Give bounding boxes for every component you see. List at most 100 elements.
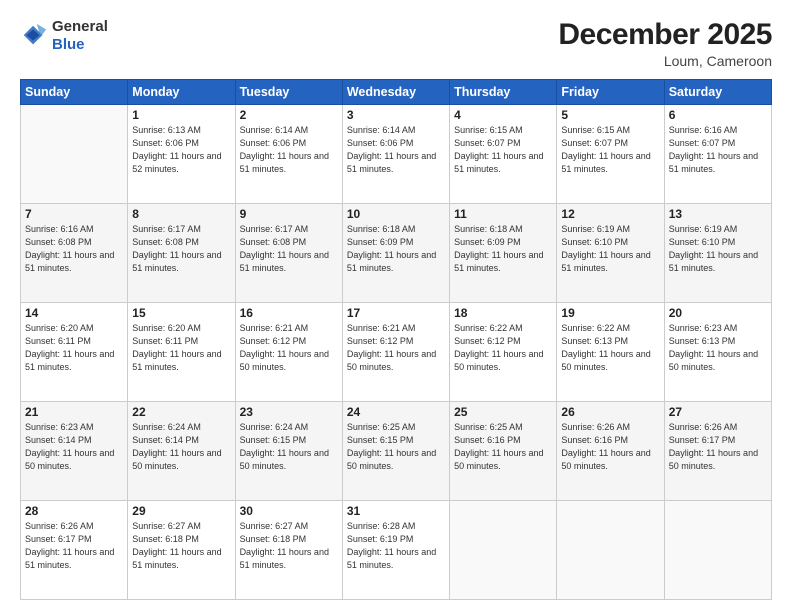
title-block: December 2025 Loum, Cameroon [558,18,772,69]
page: General Blue December 2025 Loum, Cameroo… [0,0,792,612]
calendar-cell: 6 Sunrise: 6:16 AMSunset: 6:07 PMDaylight… [664,105,771,204]
day-number: 31 [347,504,445,518]
header: General Blue December 2025 Loum, Cameroo… [20,18,772,69]
day-number: 30 [240,504,338,518]
day-number: 2 [240,108,338,122]
calendar-cell: 23Sunrise: 6:24 AMSunset: 6:15 PMDayligh… [235,402,342,501]
day-info: Sunrise: 6:16 AMSunset: 6:07 PMDaylight:… [669,124,767,176]
day-info: Sunrise: 6:21 AMSunset: 6:12 PMDaylight:… [240,322,338,374]
calendar-cell: 9 Sunrise: 6:17 AMSunset: 6:08 PMDaylight… [235,204,342,303]
day-number: 27 [669,405,767,419]
calendar-cell [450,501,557,600]
day-info: Sunrise: 6:19 AMSunset: 6:10 PMDaylight:… [669,223,767,275]
day-number: 3 [347,108,445,122]
calendar-cell: 5 Sunrise: 6:15 AMSunset: 6:07 PMDaylight… [557,105,664,204]
calendar-cell [21,105,128,204]
day-number: 8 [132,207,230,221]
day-info: Sunrise: 6:26 AMSunset: 6:17 PMDaylight:… [25,520,123,572]
calendar-cell: 22 Sunrise: 6:24 AMSunset: 6:14 PMDayligh… [128,402,235,501]
day-number: 24 [347,405,445,419]
day-number: 10 [347,207,445,221]
day-info: Sunrise: 6:15 AMSunset: 6:07 PMDaylight:… [561,124,659,176]
day-info: Sunrise: 6:23 AMSunset: 6:14 PMDaylight:… [25,421,123,473]
calendar-header-tuesday: Tuesday [235,80,342,105]
calendar-cell: 20 Sunrise: 6:23 AMSunset: 6:13 PMDayligh… [664,303,771,402]
day-info: Sunrise: 6:18 AMSunset: 6:09 PMDaylight:… [347,223,445,275]
day-number: 28 [25,504,123,518]
calendar-cell: 18 Sunrise: 6:22 AMSunset: 6:12 PMDayligh… [450,303,557,402]
day-number: 26 [561,405,659,419]
day-info: Sunrise: 6:27 AMSunset: 6:18 PMDaylight:… [132,520,230,572]
calendar-cell: 30 Sunrise: 6:27 AMSunset: 6:18 PMDayligh… [235,501,342,600]
day-info: Sunrise: 6:19 AMSunset: 6:10 PMDaylight:… [561,223,659,275]
day-number: 9 [240,207,338,221]
calendar-cell: 29 Sunrise: 6:27 AMSunset: 6:18 PMDayligh… [128,501,235,600]
day-number: 6 [669,108,767,122]
day-number: 14 [25,306,123,320]
logo: General Blue [20,18,108,54]
day-number: 7 [25,207,123,221]
calendar-cell: 7Sunrise: 6:16 AMSunset: 6:08 PMDaylight… [21,204,128,303]
calendar-cell: 10 Sunrise: 6:18 AMSunset: 6:09 PMDayligh… [342,204,449,303]
logo-blue-text: Blue [52,36,108,54]
day-number: 5 [561,108,659,122]
calendar-cell: 19 Sunrise: 6:22 AMSunset: 6:13 PMDayligh… [557,303,664,402]
calendar-week-row: 21 Sunrise: 6:23 AMSunset: 6:14 PMDayligh… [21,402,772,501]
day-number: 13 [669,207,767,221]
day-number: 17 [347,306,445,320]
calendar-cell: 12Sunrise: 6:19 AMSunset: 6:10 PMDayligh… [557,204,664,303]
day-number: 1 [132,108,230,122]
calendar-cell: 1 Sunrise: 6:13 AMSunset: 6:06 PMDaylight… [128,105,235,204]
day-info: Sunrise: 6:17 AMSunset: 6:08 PMDaylight:… [240,223,338,275]
month-title: December 2025 [558,18,772,52]
day-number: 11 [454,207,552,221]
calendar-cell: 11 Sunrise: 6:18 AMSunset: 6:09 PMDayligh… [450,204,557,303]
calendar-cell: 21 Sunrise: 6:23 AMSunset: 6:14 PMDayligh… [21,402,128,501]
calendar-cell: 13 Sunrise: 6:19 AMSunset: 6:10 PMDayligh… [664,204,771,303]
calendar-header-row: SundayMondayTuesdayWednesdayThursdayFrid… [21,80,772,105]
day-number: 18 [454,306,552,320]
logo-general-text: General [52,18,108,36]
calendar-cell: 27 Sunrise: 6:26 AMSunset: 6:17 PMDayligh… [664,402,771,501]
day-info: Sunrise: 6:22 AMSunset: 6:13 PMDaylight:… [561,322,659,374]
calendar-cell: 4 Sunrise: 6:15 AMSunset: 6:07 PMDaylight… [450,105,557,204]
day-info: Sunrise: 6:15 AMSunset: 6:07 PMDaylight:… [454,124,552,176]
location: Loum, Cameroon [558,53,772,69]
day-number: 4 [454,108,552,122]
day-info: Sunrise: 6:13 AMSunset: 6:06 PMDaylight:… [132,124,230,176]
day-info: Sunrise: 6:23 AMSunset: 6:13 PMDaylight:… [669,322,767,374]
logo-icon [20,22,48,50]
day-info: Sunrise: 6:14 AMSunset: 6:06 PMDaylight:… [240,124,338,176]
calendar-cell: 25Sunrise: 6:25 AMSunset: 6:16 PMDayligh… [450,402,557,501]
calendar-week-row: 14 Sunrise: 6:20 AMSunset: 6:11 PMDayligh… [21,303,772,402]
calendar-cell [557,501,664,600]
day-info: Sunrise: 6:25 AMSunset: 6:15 PMDaylight:… [347,421,445,473]
day-number: 19 [561,306,659,320]
day-info: Sunrise: 6:21 AMSunset: 6:12 PMDaylight:… [347,322,445,374]
calendar-cell: 28 Sunrise: 6:26 AMSunset: 6:17 PMDayligh… [21,501,128,600]
day-info: Sunrise: 6:24 AMSunset: 6:14 PMDaylight:… [132,421,230,473]
calendar-header-thursday: Thursday [450,80,557,105]
day-info: Sunrise: 6:20 AMSunset: 6:11 PMDaylight:… [132,322,230,374]
calendar-week-row: 7Sunrise: 6:16 AMSunset: 6:08 PMDaylight… [21,204,772,303]
day-info: Sunrise: 6:26 AMSunset: 6:17 PMDaylight:… [669,421,767,473]
day-info: Sunrise: 6:17 AMSunset: 6:08 PMDaylight:… [132,223,230,275]
day-info: Sunrise: 6:18 AMSunset: 6:09 PMDaylight:… [454,223,552,275]
day-number: 16 [240,306,338,320]
day-info: Sunrise: 6:25 AMSunset: 6:16 PMDaylight:… [454,421,552,473]
calendar-table: SundayMondayTuesdayWednesdayThursdayFrid… [20,79,772,600]
day-number: 21 [25,405,123,419]
calendar-header-friday: Friday [557,80,664,105]
calendar-cell: 26 Sunrise: 6:26 AMSunset: 6:16 PMDayligh… [557,402,664,501]
day-number: 20 [669,306,767,320]
day-number: 22 [132,405,230,419]
calendar-cell: 3Sunrise: 6:14 AMSunset: 6:06 PMDaylight… [342,105,449,204]
day-info: Sunrise: 6:22 AMSunset: 6:12 PMDaylight:… [454,322,552,374]
day-info: Sunrise: 6:24 AMSunset: 6:15 PMDaylight:… [240,421,338,473]
day-number: 29 [132,504,230,518]
calendar-cell: 17 Sunrise: 6:21 AMSunset: 6:12 PMDayligh… [342,303,449,402]
day-info: Sunrise: 6:27 AMSunset: 6:18 PMDaylight:… [240,520,338,572]
calendar-cell: 14Sunrise: 6:20 AMSunset: 6:11 PMDayligh… [21,303,128,402]
calendar-cell: 8 Sunrise: 6:17 AMSunset: 6:08 PMDaylight… [128,204,235,303]
day-info: Sunrise: 6:26 AMSunset: 6:16 PMDaylight:… [561,421,659,473]
